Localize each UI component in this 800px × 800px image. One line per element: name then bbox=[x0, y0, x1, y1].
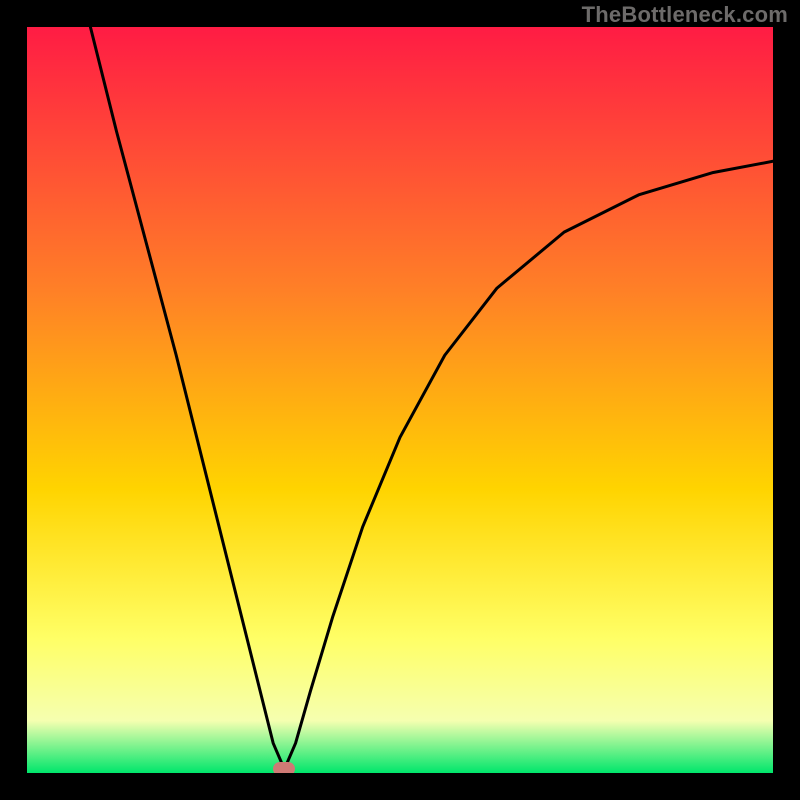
curve-left-branch bbox=[90, 27, 284, 769]
watermark-text: TheBottleneck.com bbox=[582, 2, 788, 28]
bottleneck-curve bbox=[27, 27, 773, 773]
curve-right-branch bbox=[284, 161, 773, 769]
chart-container: TheBottleneck.com bbox=[0, 0, 800, 800]
plot-area bbox=[27, 27, 773, 773]
minimum-marker bbox=[273, 762, 295, 773]
